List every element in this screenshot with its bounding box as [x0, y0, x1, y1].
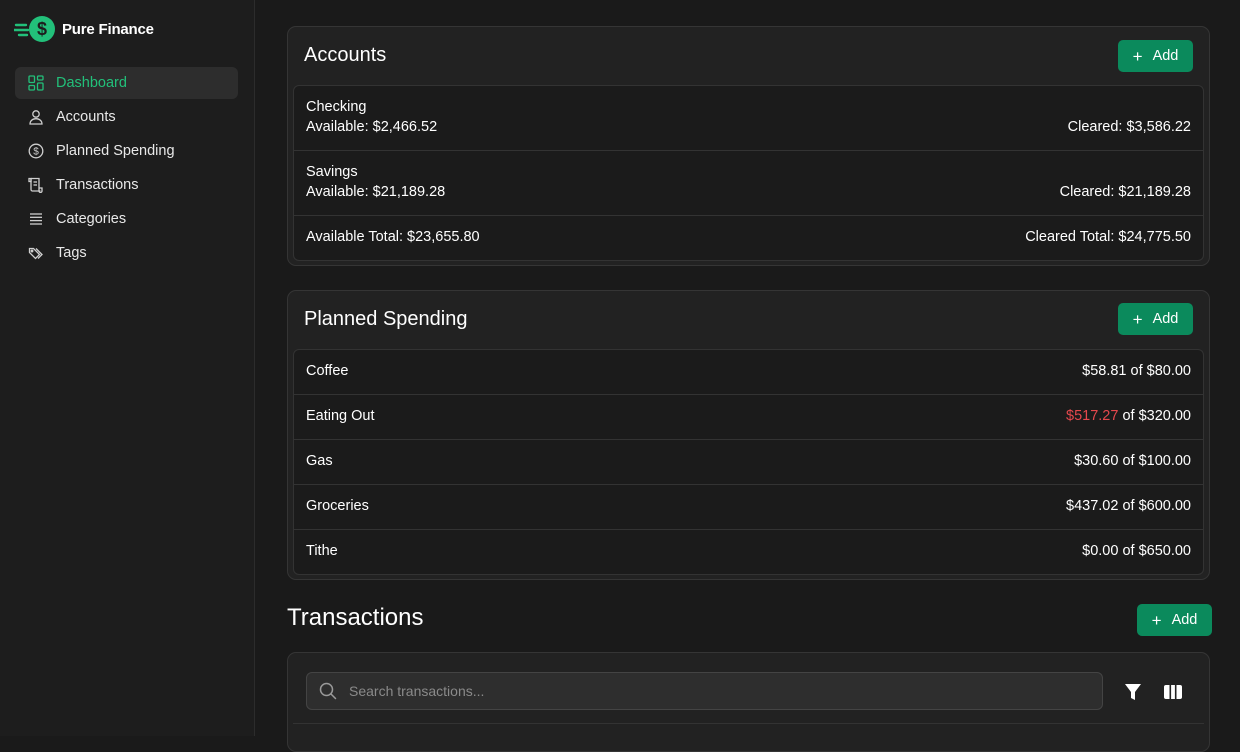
planned-amount: $517.27 of $320.00 [1066, 408, 1191, 424]
accounts-total-row: Available Total: $23,655.80 Cleared Tota… [294, 216, 1203, 260]
planned-spent: $437.02 [1066, 498, 1119, 514]
sidebar-item-categories[interactable]: Categories [15, 203, 238, 235]
receipt-icon [27, 176, 45, 194]
planned-amount: $58.81 of $80.00 [1082, 363, 1191, 379]
cleared-total: Cleared Total: $24,775.50 [1025, 229, 1191, 245]
add-button-label: Add [1152, 311, 1179, 327]
planned-spent: $58.81 [1082, 363, 1127, 379]
add-button-label: Add [1152, 48, 1179, 64]
planned-row[interactable]: Gas $30.60 of $100.00 [294, 440, 1203, 485]
sidebar-item-transactions[interactable]: Transactions [15, 169, 238, 201]
planned-spending-title: Planned Spending [304, 308, 468, 330]
sidebar-item-dashboard[interactable]: Dashboard [15, 67, 238, 99]
plus-icon: + [1151, 610, 1162, 630]
planned-row[interactable]: Tithe $0.00 of $650.00 [294, 530, 1203, 574]
search-icon [319, 682, 337, 700]
sidebar-nav: Dashboard Accounts $ Planned Spending Tr… [15, 67, 238, 271]
user-icon [27, 108, 45, 126]
plus-icon: + [1132, 309, 1143, 329]
planned-budget: of $100.00 [1118, 453, 1191, 469]
sidebar-item-label: Accounts [56, 109, 116, 125]
plus-icon: + [1132, 46, 1143, 66]
planned-spent: $30.60 [1074, 453, 1119, 469]
sidebar-item-label: Dashboard [56, 75, 127, 91]
add-account-button[interactable]: + Add [1118, 40, 1193, 72]
sidebar-item-planned-spending[interactable]: $ Planned Spending [15, 135, 238, 167]
planned-budget: of $600.00 [1118, 498, 1191, 514]
sidebar-item-label: Transactions [56, 177, 139, 193]
planned-row[interactable]: Coffee $58.81 of $80.00 [294, 350, 1203, 395]
add-planned-spending-button[interactable]: + Add [1118, 303, 1193, 335]
account-row[interactable]: Checking Available: $2,466.52 Cleared: $… [294, 86, 1203, 151]
svg-text:$: $ [33, 147, 39, 158]
planned-spending-list: Coffee $58.81 of $80.00 Eating Out $517.… [293, 349, 1204, 575]
planned-name: Tithe [306, 543, 338, 559]
search-box [306, 672, 1103, 710]
planned-row[interactable]: Eating Out $517.27 of $320.00 [294, 395, 1203, 440]
planned-row[interactable]: Groceries $437.02 of $600.00 [294, 485, 1203, 530]
planned-spent-over: $517.27 [1066, 408, 1119, 424]
planned-spent: $0.00 [1082, 543, 1119, 559]
planned-spending-card: Planned Spending + Add Coffee $58.81 of … [287, 290, 1210, 580]
sidebar-item-label: Categories [56, 211, 127, 227]
add-button-label: Add [1171, 612, 1198, 628]
sidebar-item-label: Planned Spending [56, 143, 175, 159]
account-cleared: Cleared: $3,586.22 [1067, 119, 1191, 135]
planned-amount: $437.02 of $600.00 [1066, 498, 1191, 514]
sidebar-item-label: Tags [56, 245, 87, 261]
planned-name: Gas [306, 453, 333, 469]
brand[interactable]: $ Pure Finance [14, 14, 154, 44]
account-cleared: Cleared: $21,189.28 [1059, 184, 1191, 200]
transactions-table-divider [293, 723, 1204, 724]
accounts-card: Accounts + Add Checking Available: $2,46… [287, 26, 1210, 266]
account-available: Available: $2,466.52 [306, 119, 438, 135]
dashboard-icon [27, 74, 45, 92]
accounts-list: Checking Available: $2,466.52 Cleared: $… [293, 85, 1204, 261]
search-input[interactable] [347, 682, 1051, 700]
app-name: Pure Finance [62, 20, 154, 38]
account-name: Checking [306, 99, 367, 115]
planned-budget: of $320.00 [1118, 408, 1191, 424]
account-available: Available: $21,189.28 [306, 184, 446, 200]
accounts-title: Accounts [304, 44, 387, 66]
dollar-coin-icon: $ [14, 14, 56, 44]
planned-amount: $0.00 of $650.00 [1082, 543, 1191, 559]
list-icon [27, 210, 45, 228]
columns-icon[interactable] [1162, 681, 1184, 703]
tags-icon [27, 244, 45, 262]
planned-name: Eating Out [306, 408, 375, 424]
planned-name: Coffee [306, 363, 349, 379]
available-total: Available Total: $23,655.80 [306, 229, 480, 245]
transactions-title: Transactions [287, 604, 424, 631]
account-row[interactable]: Savings Available: $21,189.28 Cleared: $… [294, 151, 1203, 216]
planned-amount: $30.60 of $100.00 [1074, 453, 1191, 469]
planned-budget: of $650.00 [1118, 543, 1191, 559]
sidebar: $ Pure Finance Dashboard Accounts $ Plan… [0, 0, 255, 736]
sidebar-item-accounts[interactable]: Accounts [15, 101, 238, 133]
account-name: Savings [306, 164, 358, 180]
transactions-card [287, 652, 1210, 752]
svg-text:$: $ [37, 19, 47, 39]
planned-budget: of $80.00 [1126, 363, 1191, 379]
filter-icon[interactable] [1122, 681, 1144, 703]
sidebar-item-tags[interactable]: Tags [15, 237, 238, 269]
planned-name: Groceries [306, 498, 369, 514]
add-transaction-button[interactable]: + Add [1137, 604, 1212, 636]
dollar-circle-icon: $ [27, 142, 45, 160]
